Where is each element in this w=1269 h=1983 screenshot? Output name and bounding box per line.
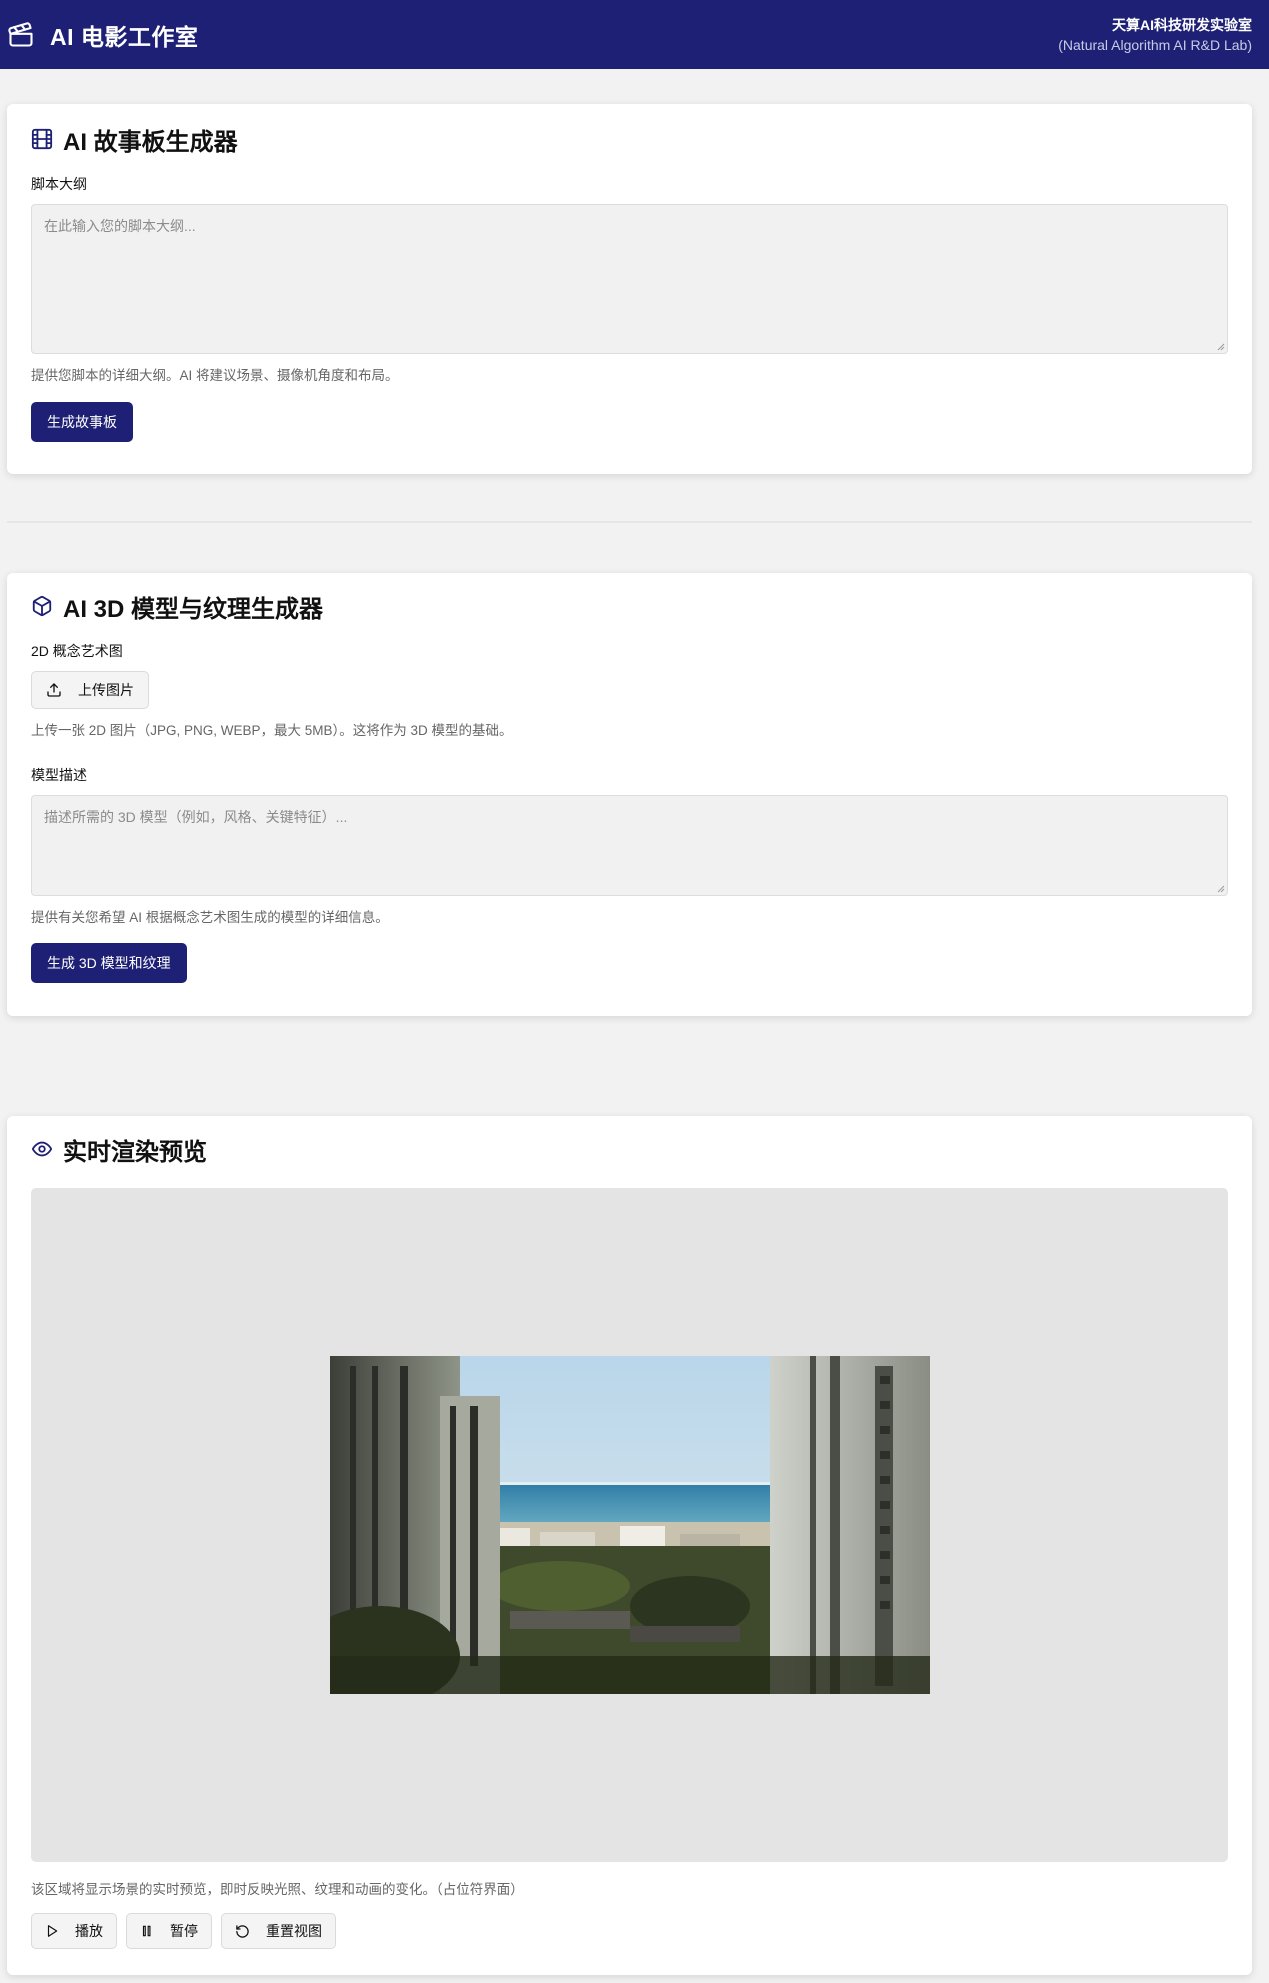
rotate-ccw-icon	[235, 1924, 250, 1939]
eye-icon	[31, 1138, 53, 1160]
preview-help: 该区域将显示场景的实时预览，即时反映光照、纹理和动画的变化。（占位符界面）	[31, 1882, 524, 1897]
upload-help: 上传一张 2D 图片（JPG, PNG, WEBP，最大 5MB）。这将作为 3…	[31, 723, 513, 738]
render-preview-viewport[interactable]	[31, 1188, 1228, 1862]
upload-icon	[46, 682, 62, 698]
upload-image-button[interactable]: 上传图片	[31, 671, 149, 709]
script-help: 提供您脚本的详细大纲。AI 将建议场景、摄像机角度和布局。	[31, 368, 399, 383]
concept-art-label: 2D 概念艺术图	[31, 643, 123, 659]
resize-grip-icon[interactable]	[1217, 343, 1225, 351]
generate-3d-button[interactable]: 生成 3D 模型和纹理	[31, 943, 187, 983]
pause-icon	[140, 1924, 154, 1938]
script-outline-input[interactable]: 在此输入您的脚本大纲...	[31, 204, 1228, 354]
preview-card: 实时渲染预览 该区域将显示场景的实时预览，即时反映光照、纹理和动画的变化。（占位…	[7, 1116, 1252, 1975]
reset-label: 重置视图	[266, 1923, 322, 1939]
lab-name: 天算AI科技研发实验室	[1112, 16, 1252, 33]
generate-storyboard-button[interactable]: 生成故事板	[31, 402, 133, 442]
preview-scene-image	[330, 1356, 930, 1694]
model3d-card: AI 3D 模型与纹理生成器 2D 概念艺术图 上传图片 上传一张 2D 图片（…	[7, 573, 1252, 1016]
pause-label: 暂停	[170, 1923, 198, 1939]
script-placeholder: 在此输入您的脚本大纲...	[44, 218, 196, 234]
film-icon	[31, 128, 53, 150]
model-desc-placeholder: 描述所需的 3D 模型（例如，风格、关键特征）...	[44, 809, 348, 825]
upload-button-label: 上传图片	[78, 682, 134, 698]
model3d-title: AI 3D 模型与纹理生成器	[31, 591, 1228, 623]
model-description-input[interactable]: 描述所需的 3D 模型（例如，风格、关键特征）...	[31, 795, 1228, 896]
reset-view-button[interactable]: 重置视图	[221, 1913, 336, 1949]
cube-icon	[31, 595, 53, 617]
play-label: 播放	[75, 1923, 103, 1939]
script-label: 脚本大纲	[31, 176, 87, 192]
pause-button[interactable]: 暂停	[126, 1913, 212, 1949]
clapperboard-icon	[6, 20, 36, 50]
section-divider	[7, 521, 1252, 523]
app-header: AI 电影工作室 天算AI科技研发实验室 (Natural Algorithm …	[0, 0, 1269, 69]
model-desc-label: 模型描述	[31, 767, 87, 783]
preview-controls: 播放 暂停 重置视图	[31, 1913, 336, 1949]
play-button[interactable]: 播放	[31, 1913, 117, 1949]
storyboard-title: AI 故事板生成器	[31, 124, 1228, 156]
brand: AI 电影工作室	[6, 18, 198, 52]
storyboard-card: AI 故事板生成器 脚本大纲 在此输入您的脚本大纲... 提供您脚本的详细大纲。…	[7, 104, 1252, 474]
resize-grip-icon[interactable]	[1217, 885, 1225, 893]
storyboard-title-text: AI 故事板生成器	[63, 128, 238, 156]
lab-name-en: (Natural Algorithm AI R&D Lab)	[1058, 36, 1252, 53]
model-desc-help: 提供有关您希望 AI 根据概念艺术图生成的模型的详细信息。	[31, 910, 389, 925]
preview-title: 实时渲染预览	[31, 1134, 207, 1166]
preview-title-text: 实时渲染预览	[63, 1138, 207, 1166]
play-icon	[45, 1924, 59, 1938]
model3d-title-text: AI 3D 模型与纹理生成器	[63, 595, 324, 623]
lab-info: 天算AI科技研发实验室 (Natural Algorithm AI R&D La…	[1058, 15, 1252, 55]
app-title: AI 电影工作室	[50, 23, 199, 50]
